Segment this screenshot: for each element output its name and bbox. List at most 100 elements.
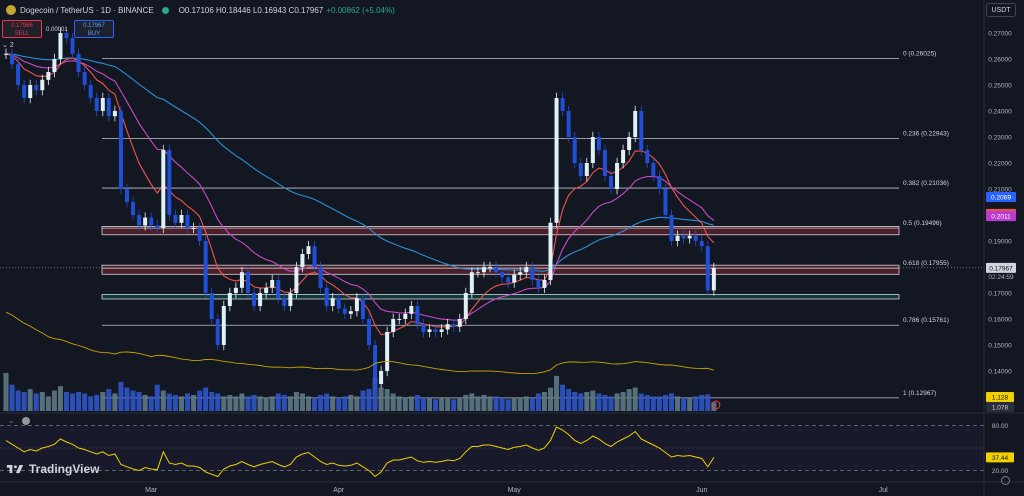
volume-bar-48 bbox=[293, 392, 299, 411]
volume-bar-104 bbox=[632, 387, 638, 411]
brand-name: TradingView bbox=[29, 462, 100, 476]
candle-65 bbox=[397, 319, 402, 320]
volume-bar-37 bbox=[227, 394, 233, 411]
settings-icon[interactable] bbox=[1001, 476, 1010, 485]
sell-button[interactable]: 0.17966 SELL bbox=[2, 20, 42, 38]
candle-15 bbox=[94, 98, 99, 111]
volume-bar-22 bbox=[136, 392, 142, 411]
volume-bar-10 bbox=[64, 392, 69, 411]
volume-bar-23 bbox=[142, 394, 148, 411]
volume-bar-39 bbox=[239, 393, 245, 411]
ema_mid-line bbox=[5, 53, 715, 321]
y-tick-8: 0.19000 bbox=[988, 239, 1012, 246]
y-tick-4: 0.23000 bbox=[988, 135, 1012, 142]
tradingview-mark-icon bbox=[6, 464, 24, 473]
symbol-title[interactable]: Dogecoin / TetherUS · 1D · BINANCE bbox=[20, 6, 154, 15]
volume-bar-66 bbox=[402, 397, 408, 411]
candle-82 bbox=[500, 272, 505, 278]
volume-ma-line bbox=[5, 311, 715, 375]
indicators-toggle[interactable]: ⌄ 2 bbox=[2, 41, 14, 49]
buy-button[interactable]: 0.17967 BUY bbox=[74, 20, 114, 38]
volume-bar-62 bbox=[378, 387, 384, 411]
chart-canvas[interactable]: 0 (0.26025) 0.236 (0.22943) 0.382 (0.21036… bbox=[0, 0, 1024, 496]
volume-bar-3 bbox=[21, 392, 27, 411]
volume-bar-83 bbox=[505, 399, 511, 411]
buy-label: BUY bbox=[87, 31, 101, 37]
volume-bar-58 bbox=[354, 396, 360, 411]
volume-bar-107 bbox=[650, 396, 656, 411]
volume-bar-88 bbox=[535, 393, 541, 411]
sell-label: SELL bbox=[14, 31, 30, 37]
volume-bar-76 bbox=[463, 394, 469, 411]
fib-label-2: 0.382 (0.21036) bbox=[903, 180, 949, 187]
volume-bar-106 bbox=[644, 394, 650, 411]
x-tick-mar: Mar bbox=[145, 487, 158, 494]
candle-14 bbox=[88, 85, 93, 98]
candle-59 bbox=[360, 298, 365, 319]
candle-95 bbox=[578, 163, 583, 176]
candle-108 bbox=[657, 176, 662, 189]
candle-18 bbox=[112, 111, 117, 117]
y-tick-3: 0.24000 bbox=[988, 109, 1012, 116]
candle-86 bbox=[524, 267, 529, 273]
candle-90 bbox=[548, 222, 553, 280]
fib-label-6: 1 (0.12967) bbox=[903, 390, 936, 397]
volume-bar-67 bbox=[408, 396, 414, 411]
candle-60 bbox=[367, 319, 371, 345]
candle-104 bbox=[633, 111, 638, 137]
volume-bar-98 bbox=[596, 393, 602, 411]
y-tick-12: 0.15000 bbox=[988, 343, 1012, 350]
sell-price: 0.17966 bbox=[11, 23, 33, 29]
volume-bar-63 bbox=[384, 389, 390, 411]
volume-bar-51 bbox=[312, 397, 318, 411]
volume-bar-105 bbox=[638, 393, 644, 411]
buy-price: 0.17967 bbox=[83, 23, 105, 29]
volume-bar-43 bbox=[263, 397, 269, 411]
currency-selector[interactable]: USDT bbox=[986, 3, 1016, 17]
candle-17 bbox=[106, 98, 111, 117]
candle-100 bbox=[609, 176, 613, 189]
collapse-pane-icon[interactable]: ⌄ bbox=[8, 416, 15, 425]
candle-47 bbox=[288, 293, 293, 306]
candle-50 bbox=[306, 246, 311, 254]
volume-bar-115 bbox=[699, 394, 705, 411]
candle-28 bbox=[173, 215, 178, 223]
candle-30 bbox=[185, 215, 190, 228]
candle-112 bbox=[681, 235, 686, 239]
price-badge-text-3: 0.17967 bbox=[989, 265, 1013, 272]
fib-label-1: 0.236 (0.22943) bbox=[903, 130, 949, 137]
volume-bar-33 bbox=[203, 387, 209, 411]
candle-99 bbox=[602, 150, 607, 176]
candle-85 bbox=[518, 272, 523, 275]
candle-92 bbox=[560, 98, 565, 111]
volume-bar-57 bbox=[348, 394, 354, 411]
candle-49 bbox=[300, 254, 305, 267]
x-tick-jun: Jun bbox=[696, 487, 707, 494]
volume-bar-16 bbox=[100, 392, 106, 411]
candle-64 bbox=[391, 319, 396, 332]
candle-38 bbox=[233, 287, 238, 293]
candle-96 bbox=[584, 163, 589, 176]
candle-23 bbox=[143, 217, 148, 226]
volume-bar-70 bbox=[427, 397, 432, 411]
candle-81 bbox=[494, 267, 499, 273]
y-tick-1: 0.26000 bbox=[988, 57, 1012, 64]
volume-bar-114 bbox=[693, 396, 699, 411]
volume-bar-92 bbox=[560, 384, 566, 411]
volume-bar-82 bbox=[499, 397, 505, 411]
candle-11 bbox=[70, 38, 75, 54]
volume-bar-81 bbox=[493, 396, 499, 411]
fib-label-5: 0.786 (0.15761) bbox=[903, 317, 949, 324]
candle-22 bbox=[137, 215, 142, 226]
rsi-pane-icon[interactable] bbox=[22, 417, 30, 425]
zone-red-0 bbox=[101, 226, 900, 236]
candle-35 bbox=[215, 319, 220, 345]
candle-103 bbox=[627, 137, 632, 150]
volume-bar-32 bbox=[197, 390, 203, 411]
candle-105 bbox=[639, 111, 644, 150]
candle-91 bbox=[554, 98, 559, 223]
volume-bar-108 bbox=[656, 396, 662, 411]
volume-bar-90 bbox=[548, 387, 553, 411]
candle-73 bbox=[445, 324, 450, 330]
volume-bar-14 bbox=[88, 396, 94, 411]
